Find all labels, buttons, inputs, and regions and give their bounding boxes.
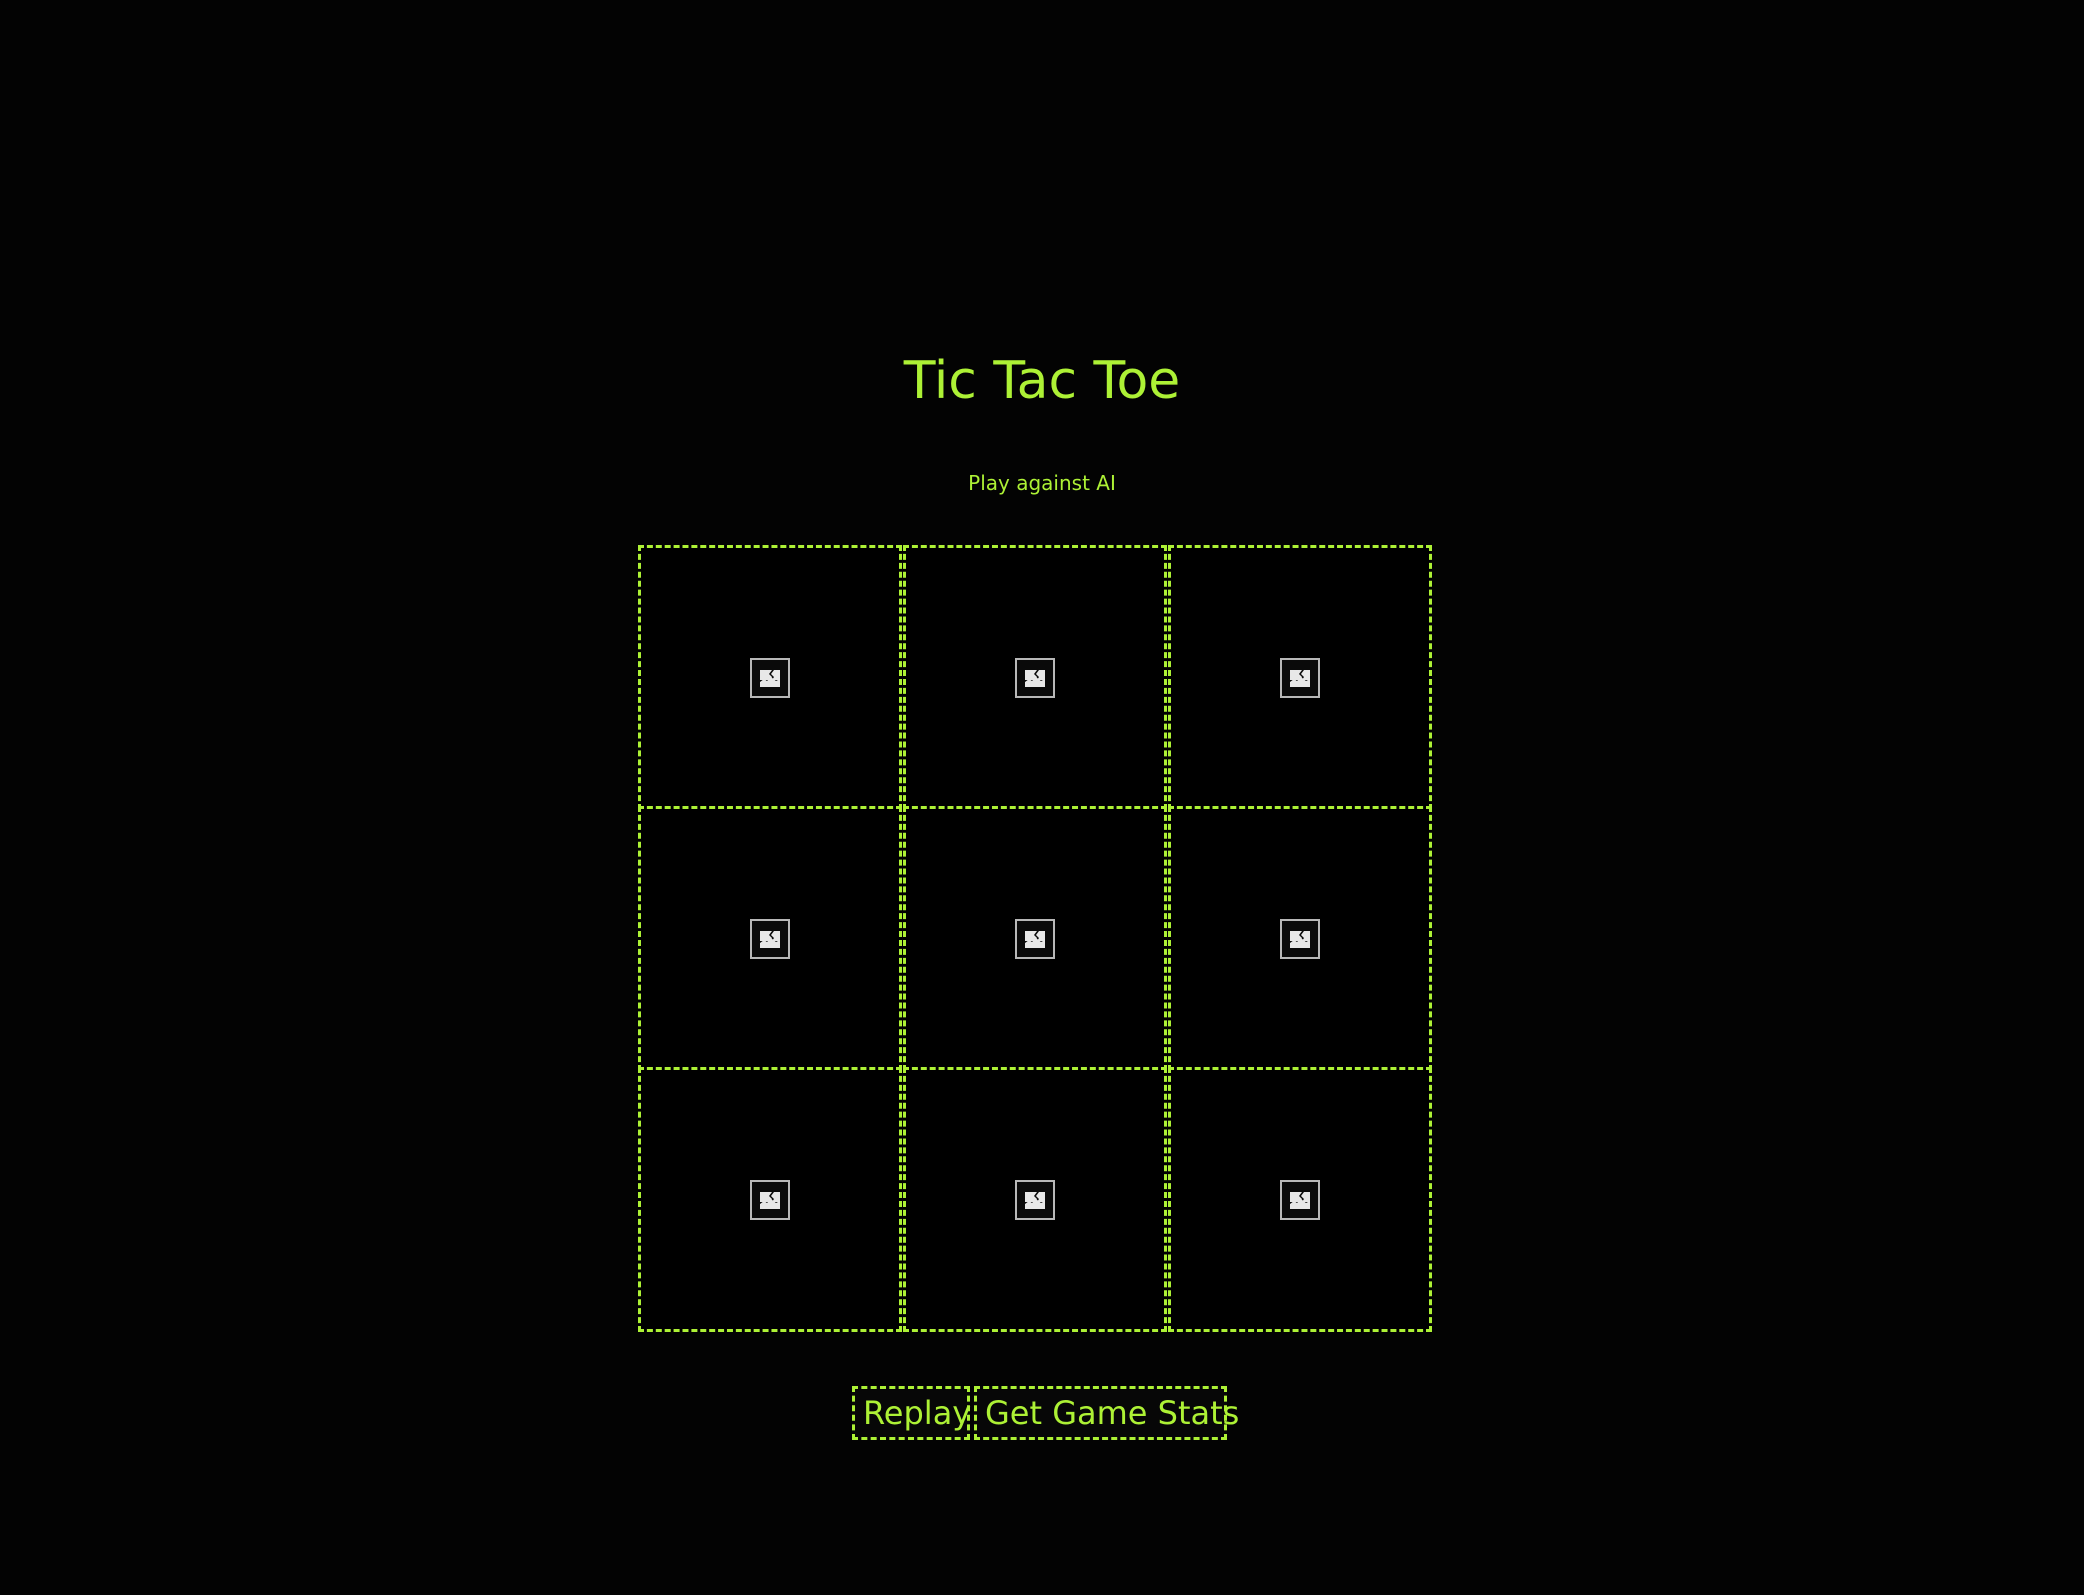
broken-image-icon [1280, 1179, 1320, 1220]
get-game-stats-button[interactable]: Get Game Stats [974, 1386, 1239, 1440]
page-subtitle: Play against AI [968, 471, 1116, 495]
broken-image-icon [1280, 657, 1320, 698]
broken-image-icon [1015, 657, 1055, 698]
broken-image-icon [1280, 918, 1320, 959]
board-cell-6[interactable] [1168, 806, 1432, 1071]
broken-image-icon [750, 657, 790, 698]
broken-image-icon [1015, 1179, 1055, 1220]
board-cell-9[interactable] [1168, 1067, 1432, 1332]
replay-button[interactable]: Replay [852, 1386, 971, 1440]
game-board [638, 545, 1432, 1332]
board-cell-8[interactable] [903, 1067, 1167, 1332]
broken-image-icon [750, 1179, 790, 1220]
page-title: Tic Tac Toe [903, 351, 1181, 411]
broken-image-icon [1015, 918, 1055, 959]
board-cell-7[interactable] [638, 1067, 902, 1332]
board-cell-2[interactable] [903, 545, 1167, 810]
board-cell-3[interactable] [1168, 545, 1432, 810]
broken-image-icon [750, 918, 790, 959]
board-cell-4[interactable] [638, 806, 902, 1071]
board-cell-1[interactable] [638, 545, 902, 810]
board-cell-5[interactable] [903, 806, 1167, 1071]
